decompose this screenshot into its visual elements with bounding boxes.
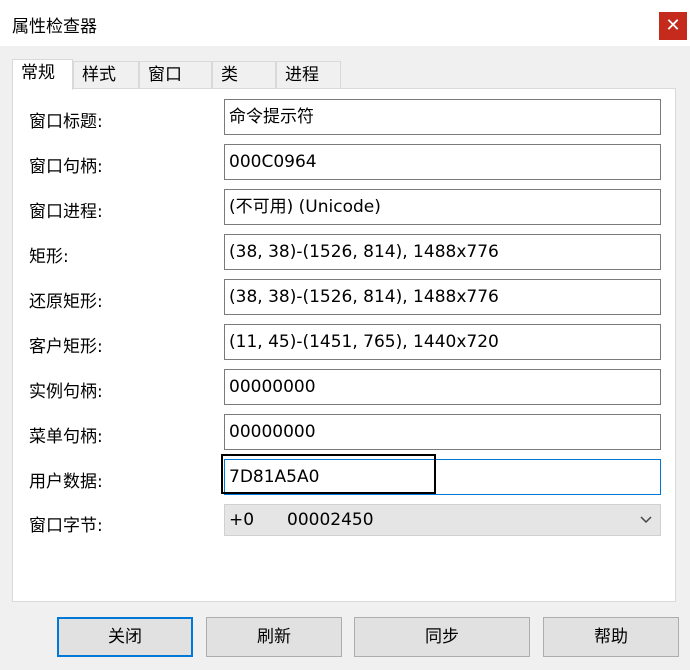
- close-icon[interactable]: ✕: [659, 12, 687, 40]
- rect-field[interactable]: (38, 38)-(1526, 814), 1488x776: [224, 234, 661, 270]
- help-button[interactable]: 帮助: [543, 617, 679, 657]
- restored-rect-field[interactable]: (38, 38)-(1526, 814), 1488x776: [224, 279, 661, 315]
- window-title-field[interactable]: 命令提示符: [224, 99, 661, 135]
- user-data-field[interactable]: 7D81A5A0: [224, 459, 661, 495]
- rect-label: 矩形:: [29, 247, 69, 267]
- tab-general[interactable]: 常规: [12, 59, 73, 90]
- restored-rect-label: 还原矩形:: [29, 292, 103, 312]
- window-bytes-value: 00002450: [287, 510, 374, 530]
- title-bar: 属性检查器 ✕: [0, 0, 690, 46]
- refresh-button[interactable]: 刷新: [206, 617, 342, 657]
- menu-handle-label: 菜单句柄:: [29, 427, 103, 447]
- window-bytes-offset: +0: [229, 510, 255, 530]
- tab-windows[interactable]: 窗口: [139, 61, 212, 88]
- instance-handle-label: 实例句柄:: [29, 382, 103, 402]
- window-process-label: 窗口进程:: [29, 202, 103, 222]
- menu-handle-field[interactable]: 00000000: [224, 414, 661, 450]
- client-rect-label: 客户矩形:: [29, 337, 103, 357]
- chevron-down-icon[interactable]: [640, 505, 652, 546]
- client-rect-field[interactable]: (11, 45)-(1451, 765), 1440x720: [224, 324, 661, 360]
- tab-process[interactable]: 进程: [276, 61, 341, 88]
- instance-handle-field[interactable]: 00000000: [224, 369, 661, 405]
- window-handle-label: 窗口句柄:: [29, 157, 103, 177]
- user-data-label: 用户数据:: [29, 472, 103, 492]
- tab-class[interactable]: 类: [212, 61, 276, 88]
- window-bytes-label: 窗口字节:: [29, 516, 103, 536]
- window-process-field[interactable]: (不可用) (Unicode): [224, 189, 661, 225]
- window-title-label: 窗口标题:: [29, 112, 103, 132]
- tab-styles[interactable]: 样式: [73, 61, 139, 88]
- window-title: 属性检查器: [12, 17, 97, 37]
- sync-button[interactable]: 同步: [354, 617, 530, 657]
- window-handle-field[interactable]: 000C0964: [224, 144, 661, 180]
- window-bytes-select[interactable]: +0 00002450: [224, 504, 661, 536]
- close-button[interactable]: 关闭: [57, 617, 193, 657]
